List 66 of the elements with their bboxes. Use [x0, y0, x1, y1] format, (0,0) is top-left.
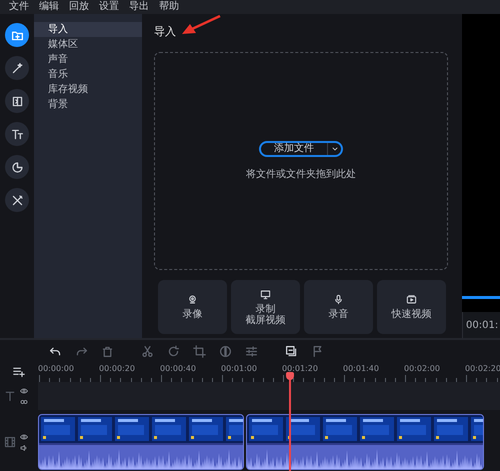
film-icon: [4, 436, 16, 448]
arrow-drawing: [180, 14, 222, 36]
sidebar-item[interactable]: 声音: [34, 52, 142, 67]
tool-button[interactable]: [5, 155, 29, 179]
menu-item[interactable]: 编辑: [34, 0, 64, 14]
drop-hint: 将文件或文件夹拖到此处: [246, 168, 356, 182]
sidebar-item[interactable]: 音乐: [34, 67, 142, 82]
add-track-icon: [12, 366, 26, 378]
add-file-button[interactable]: 添加文件: [259, 140, 343, 156]
ruler-time: 00:01:20: [282, 363, 318, 375]
menu-item[interactable]: 回放: [64, 0, 94, 14]
scissors-icon: [140, 344, 154, 358]
trash-icon: [100, 344, 114, 358]
tool-button[interactable]: [5, 89, 29, 113]
tool-button[interactable]: [5, 23, 29, 47]
text-size-icon: [10, 128, 24, 140]
flag-icon: [310, 344, 324, 358]
panel-title: 导入: [154, 24, 176, 40]
rotate-icon: [166, 344, 180, 358]
ruler-time: 00:01:00: [221, 363, 257, 375]
ruler-time: 00:01:40: [343, 363, 379, 375]
speaker-icon: [20, 444, 28, 452]
eye-icon: [20, 432, 28, 440]
eye-icon: [20, 386, 28, 394]
tool-button[interactable]: [5, 188, 29, 212]
tool-button[interactable]: [5, 122, 29, 146]
overlay-icon: [284, 344, 298, 358]
video-icon: [406, 294, 417, 305]
ruler-time: 00:00:00: [38, 363, 74, 375]
webcam-icon: [187, 294, 198, 305]
ruler-time: 00:02:20: [465, 363, 500, 375]
video-clip[interactable]: [38, 414, 244, 470]
menu-item[interactable]: 设置: [94, 0, 124, 14]
transition-icon: [10, 94, 24, 108]
ruler-time: 00:00:20: [99, 363, 135, 375]
sidebar-item[interactable]: 库存视频: [34, 82, 142, 97]
magic-wand-icon: [10, 62, 24, 74]
color-icon: [218, 344, 232, 358]
menu-item[interactable]: 帮助: [154, 0, 184, 14]
action-button[interactable]: 快速视频: [377, 280, 446, 334]
sidebar-item[interactable]: 导入: [34, 22, 142, 37]
redo-icon: [74, 344, 88, 358]
action-button[interactable]: 录制 截屏视频: [231, 280, 300, 334]
video-clip[interactable]: [246, 414, 484, 470]
undo-icon: [48, 344, 62, 358]
playhead-handle[interactable]: [286, 372, 294, 380]
menu-item[interactable]: 文件: [4, 0, 34, 14]
menu-item[interactable]: 导出: [124, 0, 154, 14]
monitor-icon: [260, 288, 271, 300]
sidebar-item[interactable]: 背景: [34, 97, 142, 112]
action-button[interactable]: 录音: [304, 280, 373, 334]
ruler-time: 00:02:00: [404, 363, 440, 375]
ruler-time: 00:00:40: [160, 363, 196, 375]
tools-icon: [10, 194, 24, 206]
action-button[interactable]: 录像: [158, 280, 227, 334]
sliders-icon: [244, 344, 258, 358]
text-icon: [4, 390, 16, 402]
link-icon: [20, 398, 28, 406]
sticker-icon: [10, 160, 24, 174]
time-display: 00:01:: [466, 318, 498, 332]
microphone-icon: [333, 294, 344, 305]
folder-plus-icon: [10, 28, 24, 42]
crop-icon: [192, 344, 206, 358]
caret-icon: [330, 144, 338, 152]
tool-button[interactable]: [5, 56, 29, 80]
sidebar-item[interactable]: 媒体区: [34, 37, 142, 52]
